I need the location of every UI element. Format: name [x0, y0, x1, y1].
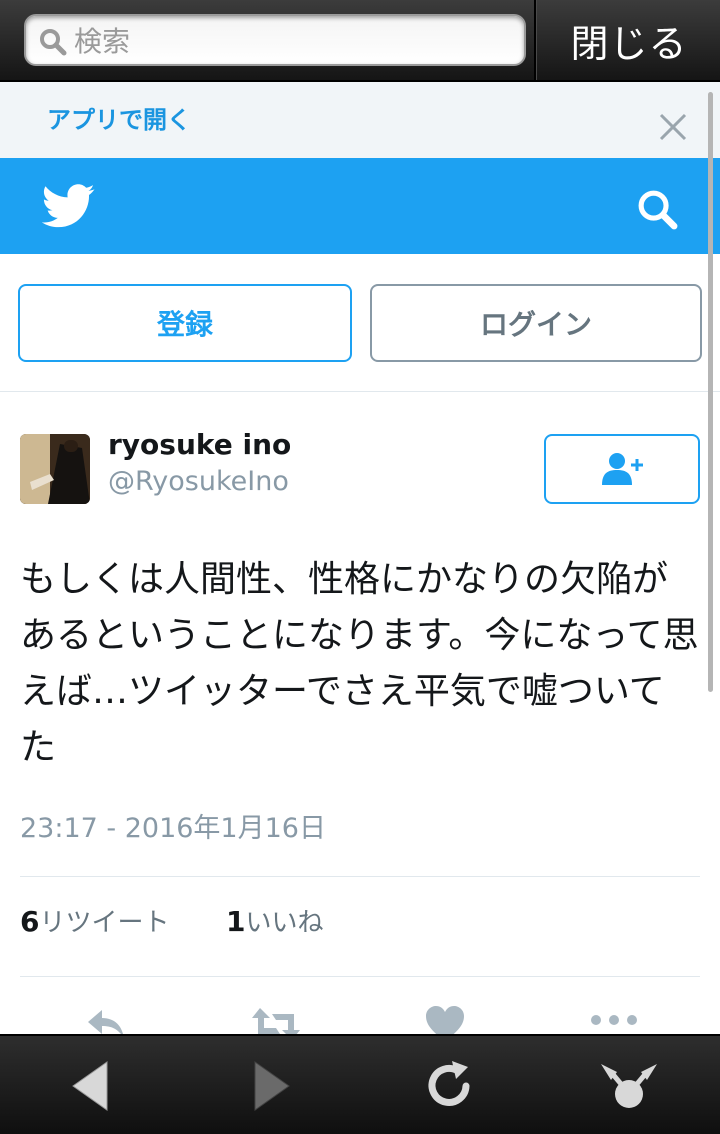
login-button[interactable]: ログイン	[370, 284, 702, 362]
share-button[interactable]	[584, 1054, 674, 1118]
tweet-card: ryosuke ino @RyosukeIno もしくは人間性、性格にかなりの欠…	[0, 392, 720, 1042]
retweet-label: リツイート	[39, 908, 170, 938]
like-label: いいね	[245, 908, 324, 938]
divider	[20, 876, 700, 877]
like-stat[interactable]: 1いいね	[226, 902, 324, 939]
follow-user-icon	[602, 453, 643, 485]
forward-icon	[254, 1061, 290, 1111]
open-in-app-banner: アプリで開く	[0, 82, 720, 158]
avatar[interactable]	[20, 434, 90, 504]
divider	[20, 976, 700, 977]
reload-icon	[428, 1061, 470, 1106]
browser-top-bar: 閉じる	[0, 0, 720, 82]
user-display-name[interactable]: ryosuke ino	[108, 428, 291, 461]
search-icon	[40, 29, 67, 56]
tweet-timestamp[interactable]: 23:17 - 2016年1月16日	[20, 806, 326, 845]
search-icon[interactable]	[636, 188, 680, 232]
signup-button[interactable]: 登録	[18, 284, 352, 362]
divider	[534, 0, 536, 80]
auth-section: 登録 ログイン	[0, 254, 720, 392]
back-icon	[72, 1061, 108, 1111]
tweet-text: もしくは人間性、性格にかなりの欠陥があるということになります。今になって思えば……	[20, 559, 699, 768]
close-browser-button[interactable]: 閉じる	[538, 0, 720, 80]
open-in-app-link[interactable]: アプリで開く	[47, 100, 191, 135]
share-icon	[601, 1064, 657, 1108]
back-button[interactable]	[46, 1054, 136, 1118]
follow-button[interactable]	[544, 434, 700, 504]
forward-button[interactable]	[226, 1054, 316, 1118]
retweet-stat[interactable]: 6リツイート	[20, 902, 170, 939]
like-count: 1	[226, 905, 246, 938]
user-handle[interactable]: @RyosukeIno	[108, 466, 289, 497]
reload-button[interactable]	[404, 1054, 494, 1118]
browser-search-box[interactable]	[24, 14, 526, 66]
close-icon[interactable]	[656, 110, 690, 144]
browser-bottom-bar	[0, 1034, 720, 1134]
twitter-bird-icon[interactable]	[42, 184, 96, 228]
retweet-count: 6	[20, 905, 40, 938]
twitter-header	[0, 158, 720, 254]
page-scrollbar[interactable]	[708, 92, 713, 692]
search-input[interactable]	[74, 22, 514, 60]
